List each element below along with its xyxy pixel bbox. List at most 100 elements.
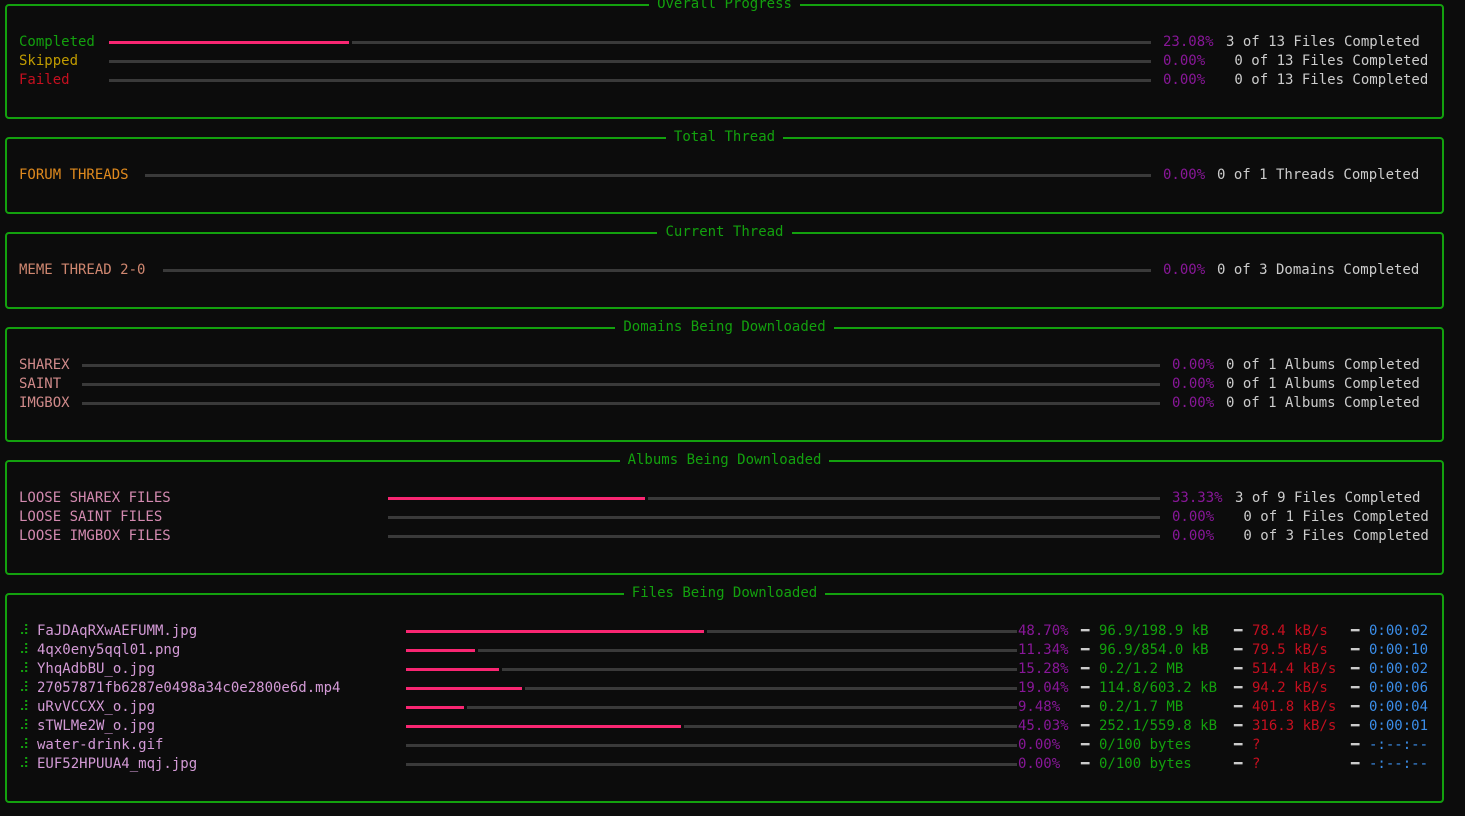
eta-text: 0:00:02 (1369, 661, 1429, 677)
progress-bar (406, 649, 1017, 652)
speed-text: 514.4 kB/s (1252, 661, 1337, 677)
size-text: 114.8/603.2 kB (1099, 680, 1218, 696)
count-text: 0 of 13 Files Completed (1226, 72, 1429, 88)
separator: ━ (1351, 756, 1360, 772)
separator: ━ (1234, 718, 1243, 734)
progress-bar-gap (522, 687, 526, 690)
spinner-icon: ⠼ (19, 718, 30, 734)
progress-bar (82, 383, 1160, 386)
file-row: ⠼ sTWLMe2W_o.jpg 45.03% ━ 252.1/559.8 kB ━ 316… (19, 717, 1430, 736)
count-text: 3 of 9 Files Completed (1235, 490, 1421, 506)
files-panel: Files Being Downloaded ⠼ FaJDAqRXwAEFUMM.… (5, 585, 1444, 803)
count-text: 0 of 1 Files Completed (1235, 509, 1429, 525)
percent-text: 0.00% (1018, 737, 1061, 753)
percent-text: 0.00% (1163, 167, 1206, 183)
separator: ━ (1351, 737, 1360, 753)
separator: ━ (1234, 699, 1243, 715)
progress-bar (388, 516, 1160, 519)
percent-text: 45.03% (1018, 718, 1069, 734)
progress-bar (406, 763, 1017, 766)
file-name: uRvVCCXX_o.jpg (37, 699, 156, 715)
progress-bar-fill (406, 649, 476, 652)
spinner-icon: ⠼ (19, 756, 30, 772)
separator: ━ (1081, 661, 1090, 677)
panel-title: Current Thread (657, 224, 792, 240)
progress-bar (406, 725, 1017, 728)
progress-bar (406, 744, 1017, 747)
row-label: IMGBOX (19, 395, 70, 411)
eta-text: 0:00:06 (1369, 680, 1429, 696)
file-row: ⠼ uRvVCCXX_o.jpg 9.48% ━ 0.2/1.7 MB ━ 401.8 kB… (19, 698, 1430, 717)
progress-bar (82, 364, 1160, 367)
size-text: 0.2/1.7 MB (1099, 699, 1184, 715)
row-label: MEME THREAD 2-0 (19, 262, 146, 278)
percent-text: 0.00% (1172, 376, 1215, 392)
separator: ━ (1234, 737, 1243, 753)
progress-bar-fill (406, 630, 704, 633)
separator: ━ (1234, 756, 1243, 772)
progress-bar-gap (349, 41, 353, 44)
count-text: 0 of 3 Files Completed (1235, 528, 1429, 544)
percent-text: 0.00% (1172, 395, 1215, 411)
eta-text: 0:00:10 (1369, 642, 1429, 658)
progress-bar (109, 60, 1151, 63)
progress-row: MEME THREAD 2-0 0.00% 0 of 3 Domains Compl… (19, 261, 1430, 280)
row-label: LOOSE IMGBOX FILES (19, 528, 171, 544)
speed-text: 94.2 kB/s (1252, 680, 1328, 696)
size-text: 252.1/559.8 kB (1099, 718, 1218, 734)
size-text: 0.2/1.2 MB (1099, 661, 1184, 677)
file-name: 4qx0eny5qql01.png (37, 642, 181, 658)
file-row: ⠼ YhqAdbBU_o.jpg 15.28% ━ 0.2/1.2 MB ━ 514.4 k… (19, 660, 1430, 679)
file-row: ⠼ 27057871fb6287e0498a34c0e2800e6d.mp4 19.… (19, 679, 1430, 698)
spinner-icon: ⠼ (19, 642, 30, 658)
progress-bar-fill (109, 41, 350, 44)
domains-panel: Domains Being Downloaded SHAREX 0.00% 0 of… (5, 319, 1444, 442)
percent-text: 48.70% (1018, 623, 1069, 639)
count-text: 3 of 13 Files Completed (1226, 34, 1420, 50)
eta-text: 0:00:01 (1369, 718, 1429, 734)
file-row: ⠼ water-drink.gif 0.00% ━ 0/100 bytes ━? ━ -:--… (19, 736, 1430, 755)
eta-text: 0:00:04 (1369, 699, 1429, 715)
separator: ━ (1081, 642, 1090, 658)
separator: ━ (1351, 718, 1360, 734)
file-name: EUF52HPUUA4_mqj.jpg (37, 756, 198, 772)
separator: ━ (1351, 642, 1360, 658)
progress-row: SHAREX 0.00% 0 of 1 Albums Completed (19, 356, 1430, 375)
speed-text: 79.5 kB/s (1252, 642, 1328, 658)
panel-title: Files Being Downloaded (623, 585, 826, 601)
panel-title: Overall Progress (649, 0, 800, 12)
progress-bar (406, 668, 1017, 671)
row-label: LOOSE SAINT FILES (19, 509, 163, 525)
file-name: FaJDAqRXwAEFUMM.jpg (37, 623, 198, 639)
percent-text: 0.00% (1018, 756, 1061, 772)
progress-row: LOOSE SHAREX FILES 33.33% 3 of 9 Files Com… (19, 489, 1430, 508)
spinner-icon: ⠼ (19, 623, 30, 639)
row-label: FORUM THREADS (19, 167, 129, 183)
progress-bar-fill (406, 668, 500, 671)
row-label: LOOSE SHAREX FILES (19, 490, 171, 506)
size-text: 96.9/198.9 kB (1099, 623, 1209, 639)
speed-text: ? (1252, 737, 1261, 753)
separator: ━ (1234, 680, 1243, 696)
progress-bar-fill (406, 687, 523, 690)
albums-panel: Albums Being Downloaded LOOSE SHAREX FIL… (5, 452, 1444, 575)
file-row: ⠼ EUF52HPUUA4_mqj.jpg 0.00% ━ 0/100 bytes ━? ━… (19, 755, 1430, 774)
percent-text: 0.00% (1172, 357, 1215, 373)
progress-bar-fill (406, 706, 464, 709)
file-row: ⠼ FaJDAqRXwAEFUMM.jpg 48.70% ━ 96.9/198.9 kB… (19, 622, 1430, 641)
separator: ━ (1081, 699, 1090, 715)
separator: ━ (1234, 623, 1243, 639)
progress-bar (109, 41, 1151, 44)
separator: ━ (1351, 661, 1360, 677)
percent-text: 9.48% (1018, 699, 1061, 715)
progress-row: Completed 23.08% 3 of 13 Files Completed (19, 33, 1430, 52)
progress-bar (388, 497, 1160, 500)
count-text: 0 of 1 Albums Completed (1226, 357, 1420, 373)
overall-progress-panel: Overall Progress Completed 23.08% 3 of 13 … (5, 0, 1444, 119)
row-label: Completed (19, 34, 95, 50)
progress-bar (406, 630, 1017, 633)
spinner-icon: ⠼ (19, 737, 30, 753)
eta-text: -:--:-- (1369, 737, 1429, 753)
percent-text: 0.00% (1163, 72, 1206, 88)
row-label: SHAREX (19, 357, 70, 373)
